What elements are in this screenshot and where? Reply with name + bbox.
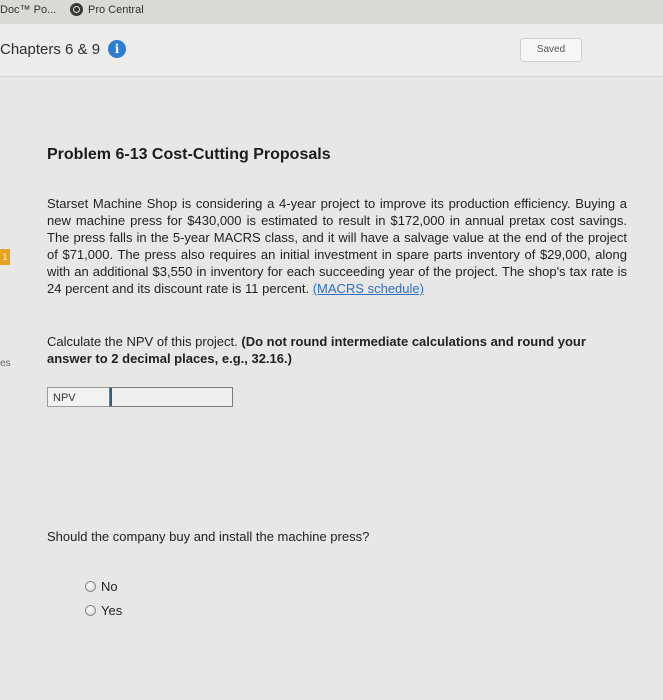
buy-options: No Yes	[85, 574, 122, 622]
problem-statement: Starset Machine Shop is considering a 4-…	[47, 195, 627, 297]
assignment-title-group: Chapters 6 & 9 i	[0, 40, 127, 58]
browser-tab-bar: Doc™ Po... Pro Central	[0, 0, 663, 25]
option-yes-label: Yes	[101, 602, 123, 618]
browser-tab-label: Pro Central	[88, 3, 144, 16]
problem-title: Problem 6-13 Cost-Cutting Proposals	[47, 146, 331, 163]
radio-no[interactable]	[85, 580, 96, 592]
npv-label: NPV	[47, 387, 109, 407]
assignment-title: Chapters 6 & 9	[0, 40, 101, 58]
option-no-label: No	[101, 578, 118, 594]
assignment-header: Chapters 6 & 9 i Saved	[0, 24, 663, 77]
saved-status-badge: Saved	[520, 38, 582, 62]
option-yes[interactable]: Yes	[85, 598, 122, 622]
buy-question: Should the company buy and install the m…	[47, 529, 370, 544]
globe-icon	[70, 3, 83, 16]
browser-tab-doc[interactable]: Doc™ Po...	[0, 4, 56, 16]
sidebar-partial-label: es	[0, 358, 11, 369]
info-icon[interactable]: i	[108, 40, 127, 58]
question-status-badge[interactable]: 1	[0, 249, 10, 265]
radio-yes[interactable]	[85, 604, 96, 616]
npv-instruction-text: Calculate the NPV of this project.	[47, 334, 242, 349]
option-no[interactable]: No	[85, 574, 122, 598]
npv-input[interactable]	[109, 387, 233, 407]
macrs-schedule-link[interactable]: (MACRS schedule)	[313, 281, 424, 296]
npv-answer-row: NPV	[47, 387, 233, 407]
browser-tab-pro-central[interactable]: Pro Central	[70, 3, 144, 16]
npv-instruction: Calculate the NPV of this project. (Do n…	[47, 333, 627, 367]
